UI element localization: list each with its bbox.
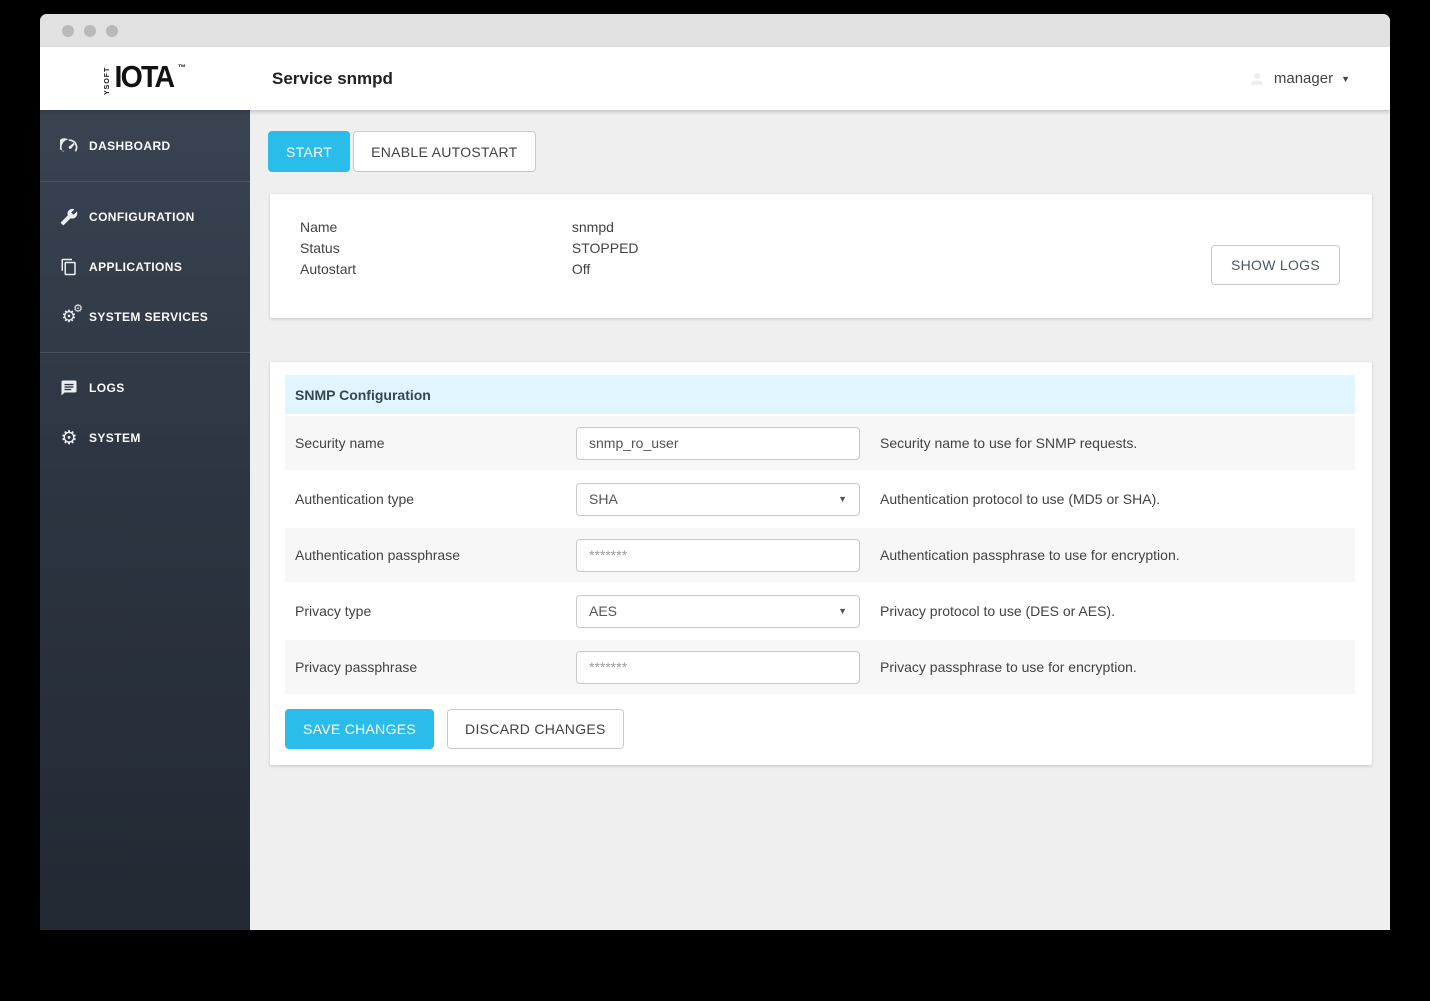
authentication-passphrase-input[interactable] (576, 538, 860, 572)
sidebar-item-label: APPLICATIONS (89, 260, 183, 274)
start-button[interactable]: START (268, 131, 351, 172)
sidebar-item-configuration[interactable]: CONFIGURATION (40, 192, 250, 242)
config-actions: SAVE CHANGES DISCARD CHANGES (285, 709, 1355, 749)
config-row-privacy-type: Privacy type AES ▼ Privacy protocol to u… (285, 584, 1355, 638)
autostart-value: Off (571, 261, 591, 277)
config-row-authentication-passphrase: Authentication passphrase Authentication… (285, 528, 1355, 582)
wrench-icon (59, 207, 79, 227)
privacy-passphrase-input[interactable] (576, 650, 860, 684)
main-content: START ENABLE AUTOSTART Name snmpd Status… (250, 110, 1390, 930)
sidebar-divider (40, 181, 250, 182)
sidebar-divider (40, 352, 250, 353)
service-info-rows: Name snmpd Status STOPPED Autostart Off (270, 194, 1372, 280)
selected-value: AES (589, 603, 618, 619)
user-menu[interactable]: manager ▼ (1248, 70, 1350, 88)
enable-autostart-button[interactable]: ENABLE AUTOSTART (353, 131, 536, 172)
save-changes-button[interactable]: SAVE CHANGES (285, 709, 435, 749)
sidebar-item-label: DASHBOARD (89, 139, 171, 153)
status-value: STOPPED (571, 240, 639, 256)
sidebar-item-label: SYSTEM SERVICES (89, 310, 209, 324)
discard-changes-button[interactable]: DISCARD CHANGES (447, 709, 624, 749)
app-header: YSOFT IOTA ™ Service snmpd manager ▼ (40, 47, 1390, 110)
sidebar-item-label: CONFIGURATION (89, 210, 195, 224)
field-label: Privacy passphrase (295, 659, 418, 675)
sidebar-item-logs[interactable]: LOGS (40, 363, 250, 413)
logo-trademark: ™ (177, 62, 186, 72)
window-titlebar (40, 14, 1390, 47)
logo-zone: YSOFT IOTA ™ (40, 58, 250, 96)
sidebar-item-system[interactable]: ⚙ SYSTEM (40, 413, 250, 463)
field-label: Security name (295, 435, 385, 451)
field-description: Authentication passphrase to use for enc… (880, 547, 1180, 563)
sidebar-item-applications[interactable]: APPLICATIONS (40, 242, 250, 292)
snmp-config-card: SNMP Configuration Security name Securit… (270, 362, 1372, 765)
select-caret-icon: ▼ (838, 494, 847, 504)
gear-icon: ⚙ (60, 426, 78, 449)
person-icon (1248, 70, 1266, 88)
info-value: snmpd (571, 219, 614, 235)
window-close-button[interactable] (62, 24, 74, 37)
info-row-name: Name snmpd (300, 217, 1372, 238)
sidebar-item-dashboard[interactable]: DASHBOARD (40, 121, 250, 171)
service-actions: START ENABLE AUTOSTART (268, 131, 1372, 172)
sidebar-item-label: SYSTEM (89, 431, 141, 445)
field-label: Privacy type (295, 603, 372, 619)
app-window: YSOFT IOTA ™ Service snmpd manager ▼ DAS… (40, 14, 1390, 930)
field-description: Privacy passphrase to use for encryption… (880, 659, 1137, 675)
field-description: Security name to use for SNMP requests. (880, 435, 1138, 451)
service-info-card: Name snmpd Status STOPPED Autostart Off … (270, 194, 1372, 318)
sidebar-item-label: LOGS (89, 381, 125, 395)
show-logs-button[interactable]: SHOW LOGS (1210, 245, 1340, 285)
info-label: Name (300, 219, 338, 235)
field-description: Authentication protocol to use (MD5 or S… (880, 491, 1161, 507)
selected-value: SHA (589, 491, 618, 507)
logo-brand: IOTA (114, 58, 175, 94)
dashboard-icon (59, 136, 79, 156)
privacy-type-select[interactable]: AES ▼ (576, 594, 860, 628)
info-label: Autostart (300, 261, 357, 277)
logo-prefix: YSOFT (104, 66, 112, 95)
field-description: Privacy protocol to use (DES or AES). (880, 603, 1115, 619)
select-caret-icon: ▼ (838, 606, 847, 616)
info-label: Status (300, 240, 340, 256)
sidebar: DASHBOARD CONFIGURATION APPLICATIONS ⚙ ⚙ … (40, 110, 250, 930)
logs-icon (59, 378, 79, 398)
window-minimize-button[interactable] (84, 24, 96, 37)
page-title: Service snmpd (272, 68, 393, 88)
window-maximize-button[interactable] (106, 24, 118, 37)
applications-icon (59, 257, 79, 277)
chevron-down-icon: ▼ (1341, 73, 1350, 84)
snmp-config-title: SNMP Configuration (285, 375, 1355, 414)
field-label: Authentication type (295, 491, 415, 507)
gears-icon: ⚙ ⚙ (61, 302, 83, 327)
field-label: Authentication passphrase (295, 547, 460, 563)
config-row-security-name: Security name Security name to use for S… (285, 416, 1355, 470)
config-row-authentication-type: Authentication type SHA ▼ Authentication… (285, 472, 1355, 526)
authentication-type-select[interactable]: SHA ▼ (576, 482, 860, 516)
security-name-input[interactable] (576, 426, 860, 460)
user-name: manager (1273, 70, 1334, 87)
ysoft-iota-logo: YSOFT IOTA ™ (104, 58, 186, 96)
sidebar-item-system-services[interactable]: ⚙ ⚙ SYSTEM SERVICES (40, 292, 250, 342)
config-row-privacy-passphrase: Privacy passphrase Privacy passphrase to… (285, 640, 1355, 694)
